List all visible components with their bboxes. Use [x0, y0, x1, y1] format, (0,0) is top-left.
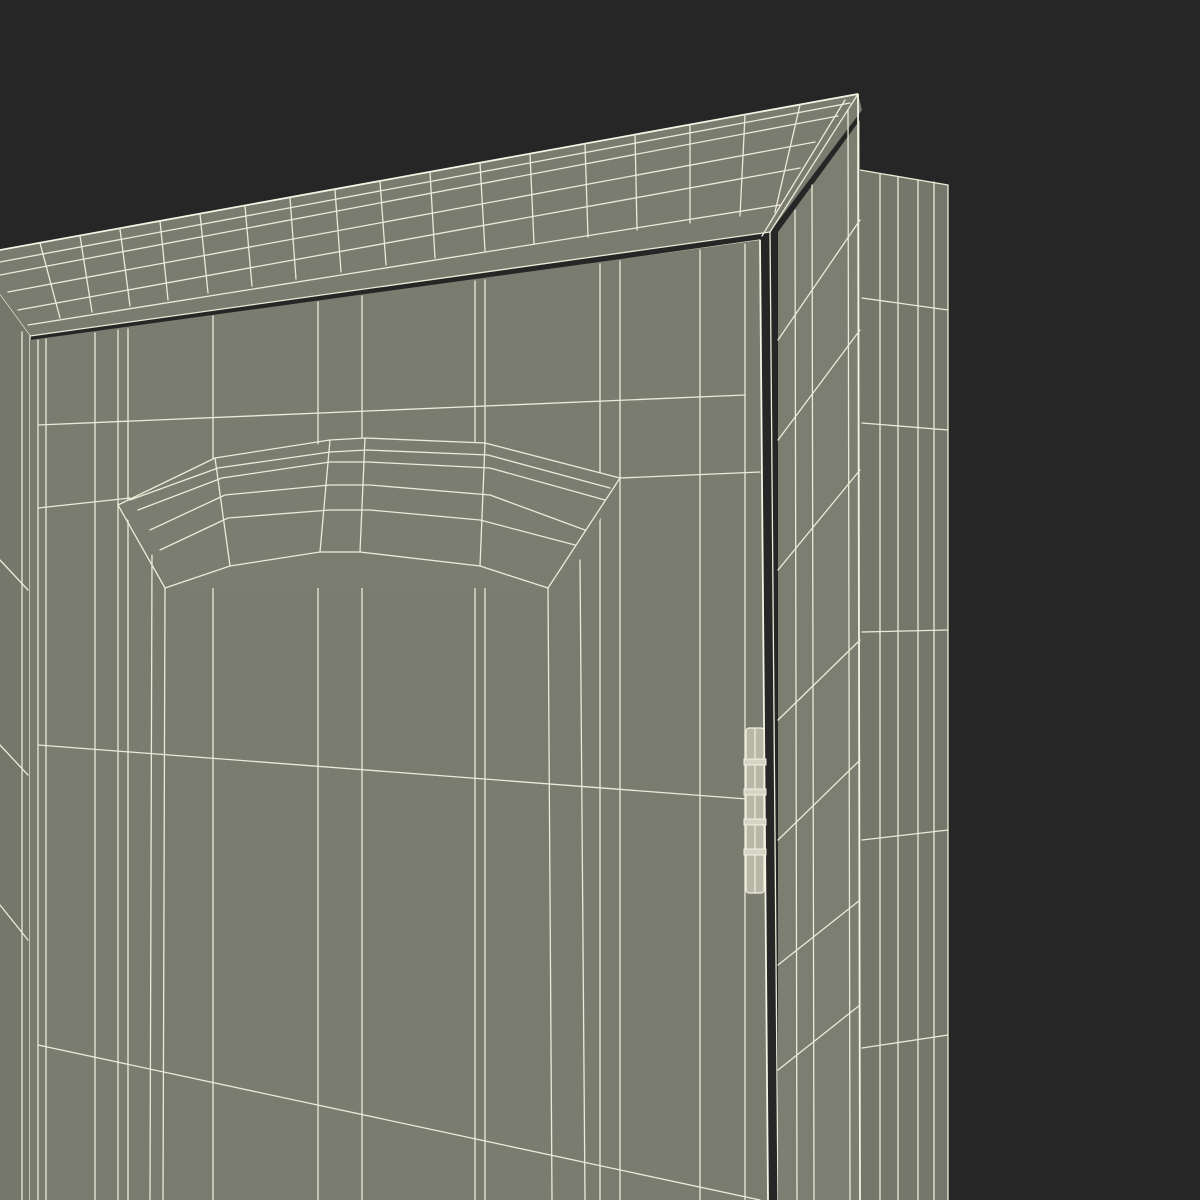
door-jamb — [777, 93, 861, 1200]
wireframe-render — [0, 93, 949, 1200]
hinge — [743, 727, 767, 894]
door-edge-right — [859, 169, 949, 1200]
3d-viewport[interactable] — [0, 0, 1200, 1200]
door-face — [30, 231, 779, 1200]
door-edge-left — [0, 295, 31, 1200]
